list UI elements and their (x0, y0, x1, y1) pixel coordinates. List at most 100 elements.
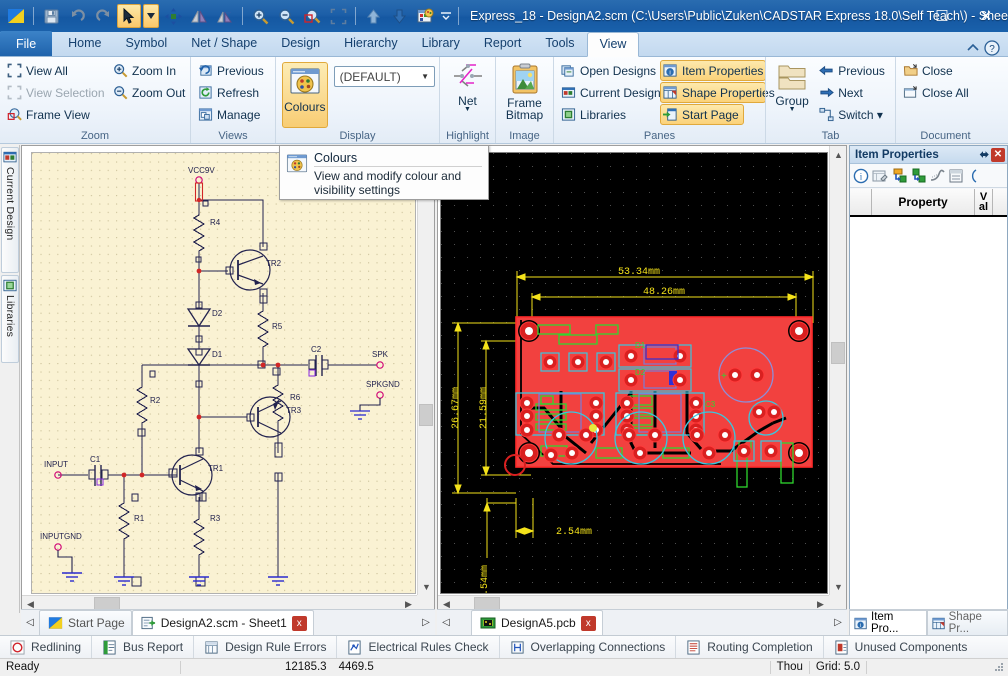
schematic-vertical-scrollbar[interactable]: ▲ ▼ (417, 146, 434, 595)
value-column[interactable]: V al (975, 189, 993, 215)
group-tabs-icon (776, 63, 808, 93)
frame-view-icon[interactable] (300, 4, 324, 28)
display-scheme-combo[interactable]: (DEFAULT) ▼ (333, 66, 435, 87)
open-designs-button[interactable]: Open Designs (558, 60, 658, 81)
ribbon-collapse-icon[interactable] (966, 42, 980, 54)
info-icon[interactable]: i (853, 168, 869, 184)
colours-icon[interactable] (413, 4, 437, 28)
report-electrical-rules-check[interactable]: Electrical Rules Check (337, 635, 500, 659)
report-unused-components[interactable]: Unused Components (824, 636, 978, 659)
start-page-button[interactable]: Start Page (660, 104, 744, 125)
app-logo-icon[interactable] (4, 4, 28, 28)
route-icon[interactable] (929, 168, 945, 184)
colours-button[interactable]: Colours (282, 62, 328, 128)
net-highlight-button[interactable]: Net ▼ (444, 60, 491, 126)
ribbon-tab-view[interactable]: View (586, 32, 640, 57)
select-pointer-icon[interactable] (117, 4, 141, 28)
save-icon[interactable] (39, 4, 63, 28)
report-design-rule-errors[interactable]: Design Rule Errors (194, 635, 338, 659)
panel-tab-item-properties[interactable]: i Item Pro... (849, 610, 927, 635)
zoom-out-icon[interactable] (274, 4, 298, 28)
close-icon[interactable]: ✕ (991, 147, 1005, 162)
current-design-button[interactable]: Current Design (558, 82, 661, 103)
next-tab-button[interactable]: Next (816, 82, 891, 103)
ribbon-tab-home[interactable]: Home (56, 32, 113, 56)
pcb-canvas[interactable]: 53.34mm 48.26mm 26.67mm 21.59mm 2.54mm 2… (440, 152, 828, 594)
maximize-button[interactable]: ☐ (920, 0, 964, 32)
switch-tab-button[interactable]: Switch ▾ (816, 104, 891, 125)
tab-designa5-pcb[interactable]: DesignA5.pcb x (471, 610, 603, 635)
panel-tab-shape-properties[interactable]: Shape Pr... (926, 610, 1008, 635)
group-tabs-button[interactable]: Group ▼ (770, 60, 814, 126)
qat-overflow-icon[interactable] (439, 4, 453, 28)
manage-views-button[interactable]: Manage (195, 104, 270, 125)
zoom-in-icon[interactable] (248, 4, 272, 28)
resize-grip[interactable] (987, 659, 1008, 676)
report-routing-completion[interactable]: Routing Completion (676, 635, 824, 659)
swap-component-icon[interactable] (910, 168, 926, 184)
sidebar-item-current-design[interactable]: Current Design (1, 147, 19, 273)
shape-properties-button[interactable]: Shape Properties (660, 82, 775, 103)
ribbon-tab-design[interactable]: Design (269, 32, 332, 56)
view-all-button[interactable]: View All (4, 60, 108, 81)
refresh-button[interactable]: Refresh (195, 82, 270, 103)
property-column[interactable]: Property (872, 189, 975, 215)
frame-bitmap-button[interactable]: Frame Bitmap (500, 60, 549, 126)
tabs-prev-button[interactable]: ◁ (437, 610, 455, 636)
tab-start-page[interactable]: Start Page (39, 610, 132, 635)
schematic-canvas[interactable]: VCC9V TR2 TR1 TR3 D2 D1 C2 C1 R4 R5 R2 R… (31, 152, 416, 594)
more-icon[interactable] (967, 168, 977, 184)
scroll-down-icon[interactable]: ▼ (830, 578, 847, 595)
down-icon[interactable] (387, 4, 411, 28)
tab-close-icon[interactable]: x (291, 615, 307, 631)
help-icon[interactable]: ? (984, 40, 1000, 56)
scroll-down-icon[interactable]: ▼ (418, 578, 435, 595)
edit-properties-icon[interactable] (872, 168, 888, 184)
previous-tab-button[interactable]: Previous (816, 60, 891, 81)
sidebar-item-libraries[interactable]: Libraries (1, 275, 19, 363)
report-overlapping-connections[interactable]: Overlapping Connections (500, 635, 677, 659)
rotate-icon[interactable] (213, 4, 237, 28)
close-button[interactable]: ✕ (964, 0, 1008, 32)
previous-view-button[interactable]: Previous (195, 60, 270, 81)
move-icon[interactable] (161, 4, 185, 28)
tab-close-icon[interactable]: x (580, 615, 596, 631)
close-all-documents-button[interactable]: Close All (900, 82, 975, 103)
add-component-icon[interactable] (891, 168, 907, 184)
tabs-next-button[interactable]: ▷ (417, 610, 435, 636)
chevron-down-icon[interactable]: ▼ (789, 106, 796, 113)
close-document-button[interactable]: Close (900, 60, 975, 81)
up-icon[interactable] (361, 4, 385, 28)
zoom-out-button[interactable]: Zoom Out (110, 82, 191, 103)
item-properties-grid[interactable]: Property V al (850, 189, 1007, 612)
report-bus-report[interactable]: Bus Report (92, 635, 195, 659)
tab-designa2-scm[interactable]: DesignA2.scm - Sheet1 x (131, 610, 314, 635)
chevron-down-icon[interactable]: ▼ (464, 106, 471, 113)
redo-icon[interactable] (91, 4, 115, 28)
ribbon-tab-file[interactable]: File (0, 31, 53, 56)
scroll-thumb-vertical[interactable] (419, 404, 433, 426)
ribbon-tab-symbol[interactable]: Symbol (114, 32, 180, 56)
view-selection-button[interactable]: View Selection (4, 82, 108, 103)
calendar-icon[interactable] (948, 168, 964, 184)
pcb-vertical-scrollbar[interactable]: ▲ ▼ (829, 146, 846, 595)
report-redlining[interactable]: Redlining (0, 635, 93, 659)
ribbon-tab-report[interactable]: Report (472, 32, 534, 56)
libraries-button[interactable]: Libraries (558, 104, 658, 125)
undo-icon[interactable] (65, 4, 89, 28)
ribbon-tab-net-shape[interactable]: Net / Shape (179, 32, 269, 56)
zoom-in-button[interactable]: Zoom In (110, 60, 191, 81)
scroll-thumb-vertical[interactable] (831, 342, 845, 364)
ribbon-tab-tools[interactable]: Tools (533, 32, 586, 56)
scroll-up-icon[interactable]: ▲ (830, 146, 847, 163)
item-properties-button[interactable]: i Item Properties (660, 60, 766, 81)
tabs-prev-button[interactable]: ◁ (21, 610, 39, 636)
tabs-next-button[interactable]: ▷ (829, 610, 847, 636)
pin-icon[interactable]: ⬌ (980, 148, 989, 161)
ribbon-tab-library[interactable]: Library (410, 32, 472, 56)
ribbon-tab-hierarchy[interactable]: Hierarchy (332, 32, 410, 56)
select-dropdown-icon[interactable] (143, 4, 159, 28)
view-all-icon[interactable] (326, 4, 350, 28)
frame-view-button[interactable]: Frame View (4, 104, 108, 125)
mirror-icon[interactable] (187, 4, 211, 28)
